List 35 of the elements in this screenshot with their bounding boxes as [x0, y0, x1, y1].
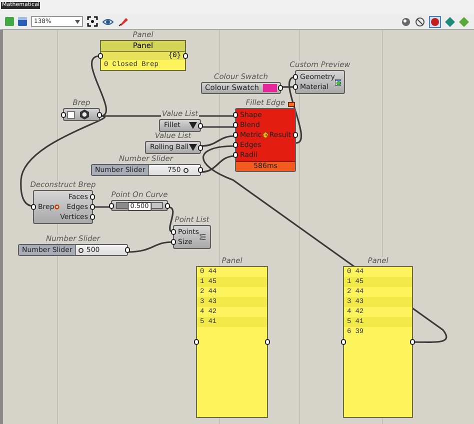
grip[interactable] — [198, 122, 203, 128]
grip[interactable] — [31, 204, 36, 210]
wire — [168, 206, 174, 233]
grip[interactable] — [341, 339, 346, 345]
eye-icon[interactable] — [102, 18, 114, 26]
grip[interactable] — [265, 339, 270, 345]
grip[interactable] — [194, 339, 199, 345]
grip[interactable] — [293, 132, 298, 138]
slider-thumb[interactable] — [183, 168, 188, 173]
grip[interactable] — [109, 202, 114, 208]
grip[interactable] — [61, 112, 66, 118]
grip[interactable] — [165, 202, 170, 208]
wire — [201, 126, 235, 128]
grip[interactable] — [125, 247, 130, 253]
caret-icon — [189, 144, 197, 151]
circle-icon[interactable] — [429, 16, 441, 28]
caret-icon — [75, 20, 80, 24]
warning-flag-icon — [288, 102, 295, 107]
brep-parameter[interactable] — [63, 108, 100, 121]
grip[interactable] — [98, 52, 103, 58]
slider-thumb[interactable] — [78, 248, 84, 253]
brush-icon[interactable] — [118, 16, 129, 27]
wire — [128, 241, 174, 253]
point-list-icon — [199, 231, 207, 243]
shaded-sphere-icon[interactable] — [401, 16, 411, 26]
grip[interactable] — [278, 85, 283, 91]
grip[interactable] — [198, 144, 203, 150]
grip[interactable] — [97, 112, 102, 118]
grip[interactable] — [198, 167, 203, 173]
zoom-extents-icon[interactable] — [87, 16, 98, 27]
grip[interactable] — [410, 339, 415, 345]
no-preview-icon[interactable] — [415, 16, 425, 26]
brep-hexagon-icon — [79, 109, 90, 120]
caret-icon — [189, 122, 197, 129]
grip[interactable] — [183, 52, 188, 58]
